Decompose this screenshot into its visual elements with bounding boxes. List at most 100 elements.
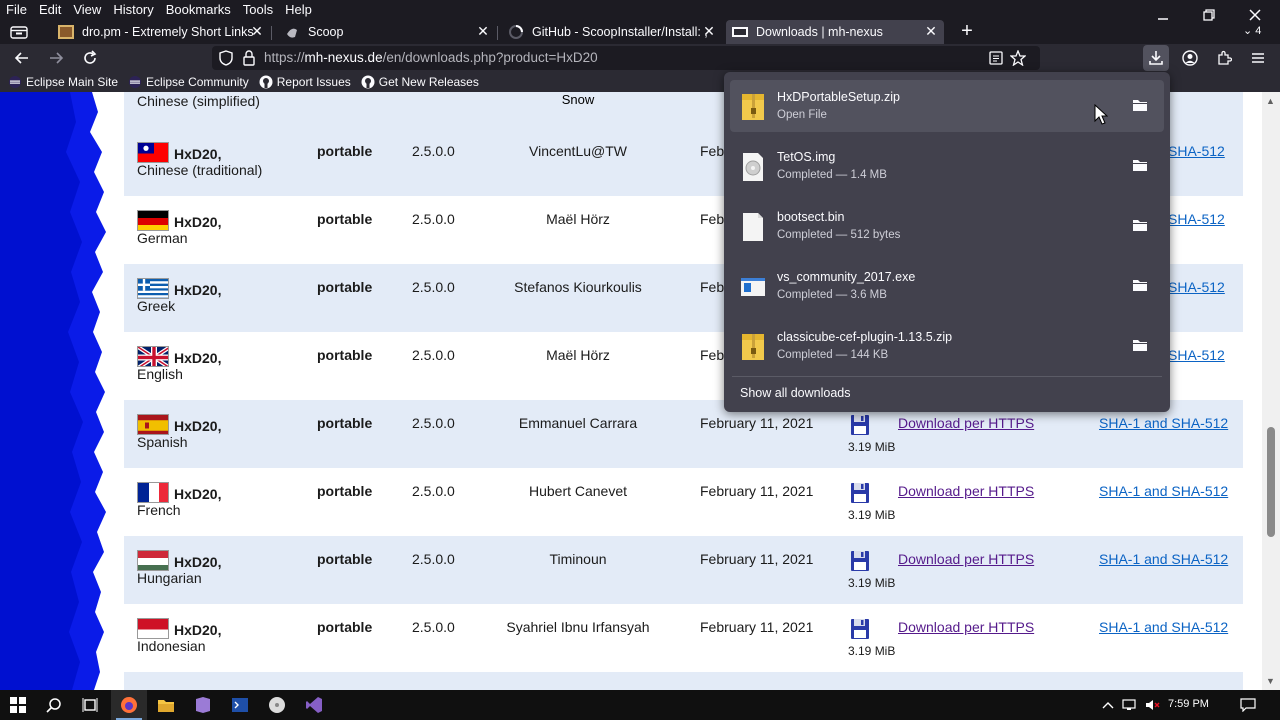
- show-in-folder-icon[interactable]: [1132, 158, 1148, 172]
- app-menu-icon[interactable]: [1248, 48, 1268, 68]
- url-text[interactable]: https://mh-nexus.de/en/downloads.php?pro…: [264, 50, 598, 65]
- close-tab-icon[interactable]: ✕: [250, 23, 264, 39]
- menu-help[interactable]: Help: [279, 0, 318, 20]
- bookmark-eclipse-main-site[interactable]: Eclipse Main Site: [8, 75, 118, 89]
- visual-studio-icon[interactable]: [304, 695, 324, 715]
- language-name: Chinese (traditional): [137, 162, 263, 178]
- close-tab-icon[interactable]: ✕: [702, 23, 716, 39]
- restore-icon[interactable]: [1186, 0, 1232, 30]
- search-icon[interactable]: [44, 695, 64, 715]
- list-all-tabs-icon[interactable]: [9, 24, 29, 40]
- disc-app-icon[interactable]: [267, 695, 287, 715]
- bookmark-eclipse-community[interactable]: Eclipse Community: [128, 75, 249, 89]
- download-item[interactable]: TetOS.img Completed — 1.4 MB: [730, 140, 1164, 192]
- version: 2.5.0.0: [412, 143, 455, 159]
- author-name: Hubert Canevet: [528, 483, 628, 499]
- page-scrollbar[interactable]: ▲ ▼: [1262, 92, 1280, 690]
- release-date: Feb: [700, 143, 725, 159]
- scroll-down-arrow-icon[interactable]: ▼: [1266, 676, 1275, 686]
- network-icon[interactable]: [1120, 695, 1140, 715]
- checksum-link[interactable]: SHA-1 and SHA-512: [1099, 619, 1228, 635]
- version: 2.5.0.0: [412, 347, 455, 363]
- tab-overflow-indicator[interactable]: ⌄ 4: [1243, 24, 1261, 37]
- close-tab-icon[interactable]: ✕: [924, 23, 938, 39]
- new-tab-icon[interactable]: +: [958, 21, 976, 42]
- checksum-link[interactable]: SHA-1 and SHA-512: [1099, 415, 1228, 431]
- bookmark-star-icon[interactable]: [1009, 49, 1027, 69]
- navigation-toolbar: https://mh-nexus.de/en/downloads.php?pro…: [0, 44, 1280, 72]
- account-icon[interactable]: [1180, 48, 1200, 68]
- bookmark-get-new-releases[interactable]: Get New Releases: [361, 75, 479, 89]
- download-item[interactable]: classicube-cef-plugin-1.13.5.zip Complet…: [730, 320, 1164, 372]
- download-https-link[interactable]: Download per HTTPS: [898, 551, 1034, 567]
- package-type: portable: [317, 211, 373, 227]
- product-name: HxD20,: [174, 214, 222, 230]
- download-https-link[interactable]: Download per HTTPS: [898, 619, 1034, 635]
- show-in-folder-icon[interactable]: [1132, 98, 1148, 112]
- bookmark-label: Eclipse Main Site: [26, 75, 119, 89]
- checksum-link[interactable]: SHA-512: [1168, 347, 1225, 363]
- tab-github[interactable]: GitHub - ScoopInstaller/Install: , ✕: [504, 20, 722, 44]
- back-icon[interactable]: [12, 48, 32, 68]
- minimize-icon[interactable]: [1140, 0, 1186, 30]
- download-https-link[interactable]: Download per HTTPS: [898, 415, 1034, 431]
- downloads-button[interactable]: [1143, 45, 1169, 71]
- url-scheme: https://: [264, 50, 305, 65]
- product-name: HxD20,: [174, 350, 222, 366]
- menu-view[interactable]: View: [67, 0, 107, 20]
- notifications-icon[interactable]: [1238, 695, 1258, 715]
- bookmark-label: Get New Releases: [378, 75, 479, 89]
- close-tab-icon[interactable]: ✕: [476, 23, 490, 39]
- menu-edit[interactable]: Edit: [33, 0, 67, 20]
- release-date: February 11, 2021: [700, 551, 814, 567]
- reader-view-icon[interactable]: [988, 50, 1004, 69]
- download-item[interactable]: vs_community_2017.exe Completed — 3.6 MB: [730, 260, 1164, 312]
- menu-file[interactable]: File: [0, 0, 33, 20]
- scroll-up-arrow-icon[interactable]: ▲: [1266, 96, 1275, 106]
- package-type: portable: [317, 551, 373, 567]
- lock-icon[interactable]: [242, 50, 256, 69]
- tab-dro-pm[interactable]: dro.pm - Extremely Short Links ✕: [52, 20, 270, 44]
- show-in-folder-icon[interactable]: [1132, 278, 1148, 292]
- menu-history[interactable]: History: [107, 0, 159, 20]
- download-filename: HxDPortableSetup.zip: [777, 90, 900, 104]
- download-item[interactable]: bootsect.bin Completed — 512 bytes: [730, 200, 1164, 252]
- bookmark-report-issues[interactable]: Report Issues: [259, 75, 351, 89]
- download-https-link[interactable]: Download per HTTPS: [898, 483, 1034, 499]
- volume-muted-icon[interactable]: [1143, 695, 1163, 715]
- tab-scoop[interactable]: Scoop ✕: [278, 20, 496, 44]
- extensions-icon[interactable]: [1214, 48, 1234, 68]
- system-clock[interactable]: 7:59 PM: [1168, 698, 1209, 710]
- address-bar[interactable]: https://mh-nexus.de/en/downloads.php?pro…: [212, 46, 1040, 70]
- scrollbar-thumb[interactable]: [1267, 427, 1275, 537]
- show-in-folder-icon[interactable]: [1132, 338, 1148, 352]
- download-filename: TetOS.img: [777, 150, 836, 164]
- tray-chevron-up-icon[interactable]: [1098, 695, 1118, 715]
- windows-start-icon[interactable]: [8, 695, 28, 715]
- version: 2.5.0.0: [412, 279, 455, 295]
- tab-title: dro.pm - Extremely Short Links: [82, 25, 254, 39]
- menu-bookmarks[interactable]: Bookmarks: [160, 0, 237, 20]
- show-in-folder-icon[interactable]: [1132, 218, 1148, 232]
- visual-studio-installer-icon[interactable]: [193, 695, 213, 715]
- checksum-link[interactable]: SHA-512: [1168, 211, 1225, 227]
- show-all-downloads-button[interactable]: Show all downloads: [740, 386, 851, 400]
- menu-tools[interactable]: Tools: [237, 0, 279, 20]
- forward-icon[interactable]: [46, 48, 66, 68]
- checksum-link[interactable]: SHA-512: [1168, 279, 1225, 295]
- firefox-taskbar-icon[interactable]: [119, 695, 139, 715]
- tracking-protection-shield-icon[interactable]: [218, 50, 234, 69]
- language-name: English: [137, 366, 183, 382]
- language-name: Spanish: [137, 434, 188, 450]
- checksum-link[interactable]: SHA-1 and SHA-512: [1099, 483, 1228, 499]
- package-type: portable: [317, 415, 373, 431]
- terminal-icon[interactable]: [230, 695, 250, 715]
- checksum-link[interactable]: SHA-1 and SHA-512: [1099, 551, 1228, 567]
- tab-downloads-mh-nexus[interactable]: Downloads | mh-nexus ✕: [726, 20, 944, 44]
- reload-icon[interactable]: [80, 48, 100, 68]
- floppy-disk-icon: [850, 482, 870, 504]
- checksum-link[interactable]: SHA-512: [1168, 143, 1225, 159]
- task-view-icon[interactable]: [80, 695, 100, 715]
- author-name: Snow: [561, 92, 595, 107]
- file-explorer-icon[interactable]: [156, 695, 176, 715]
